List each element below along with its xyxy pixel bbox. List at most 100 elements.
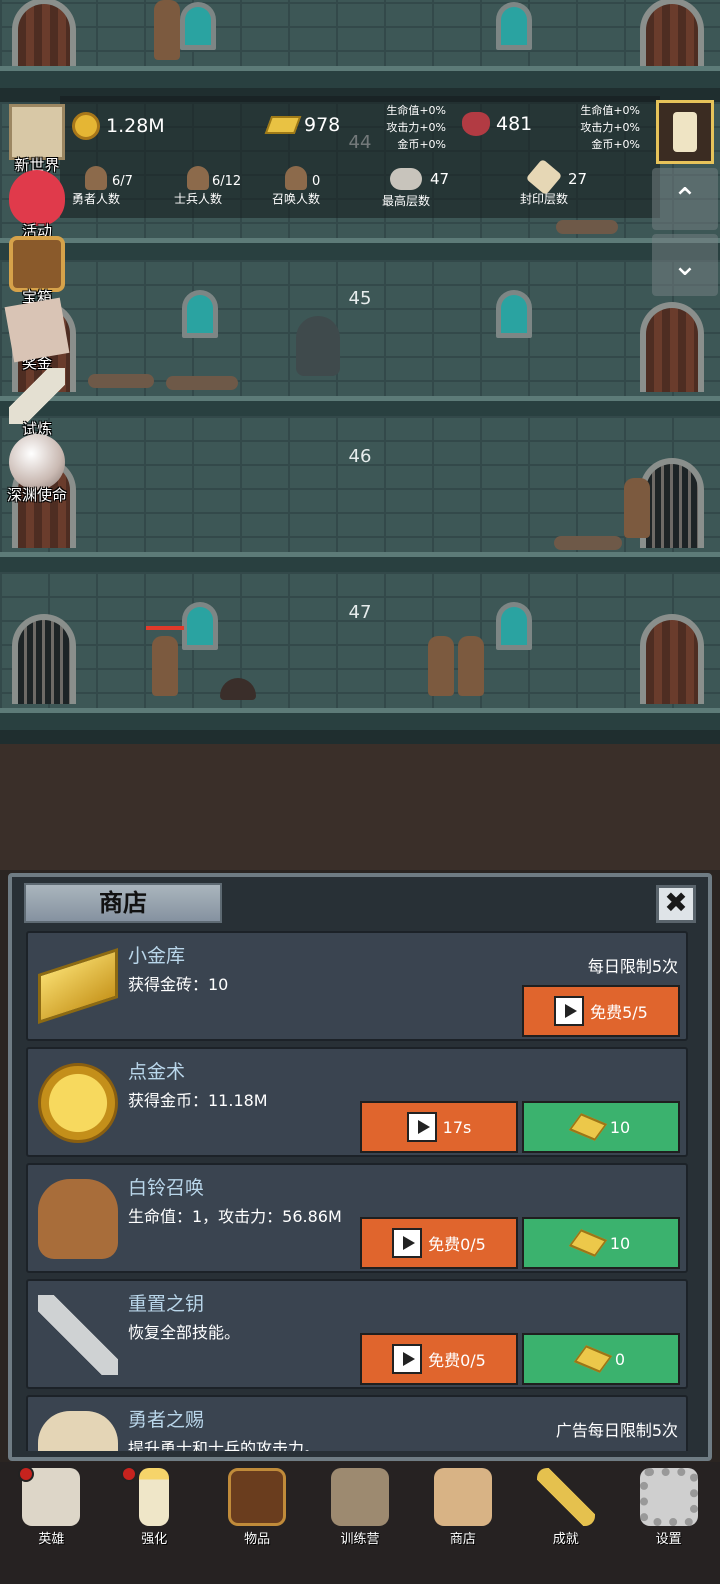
- corpse: [554, 536, 622, 550]
- item-limit: 每日限制5次: [587, 957, 678, 976]
- chevron-down-icon: ⌄: [672, 247, 698, 283]
- summon-count: 0 召唤人数: [268, 166, 324, 207]
- watch-ad-button[interactable]: 免费5/5: [522, 985, 680, 1037]
- hero-unit: [428, 636, 454, 696]
- item-limit: 广告每日限制5次: [555, 1421, 678, 1440]
- orb-icon: [9, 434, 65, 490]
- nav-training-camp[interactable]: 训练营: [309, 1462, 412, 1584]
- summon-icon: [285, 166, 307, 190]
- letter-icon: [4, 297, 70, 363]
- item-desc: 提升勇士和士兵的攻击力。: [128, 1439, 321, 1451]
- video-icon: [392, 1228, 423, 1258]
- map-icon: [9, 104, 65, 160]
- item-name: 白铃召唤: [128, 1177, 205, 1199]
- floor-number: 46: [348, 446, 372, 467]
- nav-upgrade[interactable]: 强化: [103, 1462, 206, 1584]
- door: [640, 614, 704, 704]
- side-trial[interactable]: 试炼: [2, 368, 72, 439]
- candle-buff-button[interactable]: [656, 100, 714, 164]
- enemy-spider: [220, 678, 256, 700]
- coin-icon: [38, 1063, 118, 1143]
- corpse: [88, 374, 154, 388]
- chevron-up-icon: ⌃: [672, 181, 698, 217]
- rock-icon: [390, 168, 422, 190]
- window: [496, 2, 532, 50]
- floor-45: [0, 260, 720, 432]
- hero-count: 6/7 勇者人数: [68, 166, 133, 207]
- hero-unit: [154, 0, 180, 60]
- sealed-floor-stat: 27 封印层数: [516, 158, 587, 207]
- lantern-icon: [331, 1468, 389, 1526]
- candle-icon: [139, 1468, 170, 1526]
- nav-achievements[interactable]: 成就: [514, 1462, 617, 1584]
- scroll-up-button[interactable]: ⌃: [652, 168, 718, 230]
- feather-icon: [9, 368, 65, 424]
- side-abyss-mission[interactable]: 深渊使命: [2, 434, 72, 505]
- candle-icon: [673, 112, 697, 152]
- bonus-stats-right: 生命值+0% 攻击力+0% 金币+0%: [580, 104, 640, 151]
- max-floor-stat: 47 最高层数: [381, 168, 450, 208]
- floor-47: [0, 572, 720, 744]
- hero-unit: [458, 636, 484, 696]
- notification-dot: [18, 1466, 34, 1482]
- gate: [12, 614, 76, 704]
- item-desc: 获得金砖：10: [128, 975, 229, 994]
- shop-item-hero-gift: 勇者之赐 提升勇士和士兵的攻击力。 广告每日限制5次: [26, 1395, 688, 1451]
- buy-goldbar-button[interactable]: 10: [522, 1101, 680, 1153]
- enemy-zombie: [146, 626, 184, 696]
- window: [180, 2, 216, 50]
- nav-shop[interactable]: 商店: [411, 1462, 514, 1584]
- hero-icon: [85, 166, 107, 190]
- floor-46: [0, 416, 720, 588]
- goldbar-icon: [264, 116, 302, 134]
- close-icon: ✖: [664, 886, 688, 919]
- corpse: [556, 220, 618, 234]
- item-desc: 获得金币：11.18M: [128, 1091, 268, 1110]
- gold-counter: 1.28M: [72, 112, 165, 140]
- game-scene[interactable]: 44 45 46 47 1.28M: [0, 0, 720, 870]
- bonus-stats-left: 生命值+0% 攻击力+0% 金币+0%: [386, 104, 446, 151]
- key-icon: [536, 1468, 595, 1526]
- buy-goldbar-button[interactable]: 0: [522, 1333, 680, 1385]
- nav-settings[interactable]: 设置: [617, 1462, 720, 1584]
- corpse: [166, 376, 238, 390]
- nav-heroes[interactable]: 英雄: [0, 1462, 103, 1584]
- beer-mug-icon: [38, 1411, 118, 1451]
- window: [182, 602, 218, 650]
- side-chest[interactable]: 宝箱: [2, 236, 72, 307]
- bottom-nav: 英雄 强化 物品 训练营 商店 成就 设置: [0, 1462, 720, 1584]
- side-new-world[interactable]: 新世界: [2, 104, 72, 175]
- goldbar-icon: [568, 1229, 608, 1257]
- notification-dot: [120, 1466, 137, 1482]
- item-desc: 生命值：1，攻击力：56.86M: [128, 1207, 342, 1226]
- watch-ad-button[interactable]: 17s: [360, 1101, 518, 1153]
- gear-icon: [639, 1468, 698, 1526]
- floor-number: 45: [348, 288, 372, 309]
- goldbar-icon: [568, 1113, 608, 1141]
- hero-unit: [624, 478, 650, 538]
- scroll-down-button[interactable]: ⌄: [652, 234, 718, 296]
- item-name: 小金库: [128, 945, 186, 967]
- video-icon: [406, 1112, 437, 1142]
- nav-items[interactable]: 物品: [206, 1462, 309, 1584]
- ghost-enemy: [296, 316, 340, 376]
- gem-icon: [462, 112, 490, 136]
- video-icon: [392, 1344, 423, 1374]
- gem-counter: 481: [462, 112, 532, 136]
- close-button[interactable]: ✖: [656, 885, 696, 923]
- side-reward[interactable]: 奖金: [2, 297, 72, 373]
- watch-ad-button[interactable]: 免费0/5: [360, 1333, 518, 1385]
- shop-list[interactable]: 小金库 获得金砖：10 每日限制5次 免费5/5 点金术 获得金币：11.18M…: [22, 931, 688, 1451]
- shop-item-bell-summon: 白铃召唤 生命值：1，攻击力：56.86M 免费0/5 10: [26, 1163, 688, 1273]
- side-event[interactable]: 活动: [2, 170, 72, 241]
- watch-ad-button[interactable]: 免费0/5: [360, 1217, 518, 1269]
- book-icon: [228, 1468, 287, 1526]
- shop-panel: 商店 ✖ 小金库 获得金砖：10 每日限制5次 免费5/5 点金术 获得金币：1…: [8, 873, 712, 1461]
- soldier-icon: [187, 166, 209, 190]
- item-desc: 恢复全部技能。: [128, 1323, 241, 1342]
- heart-icon: [9, 170, 65, 226]
- buy-goldbar-button[interactable]: 10: [522, 1217, 680, 1269]
- mug-icon: [433, 1468, 492, 1526]
- floor-43: [0, 0, 720, 102]
- item-name: 勇者之赐: [128, 1409, 205, 1431]
